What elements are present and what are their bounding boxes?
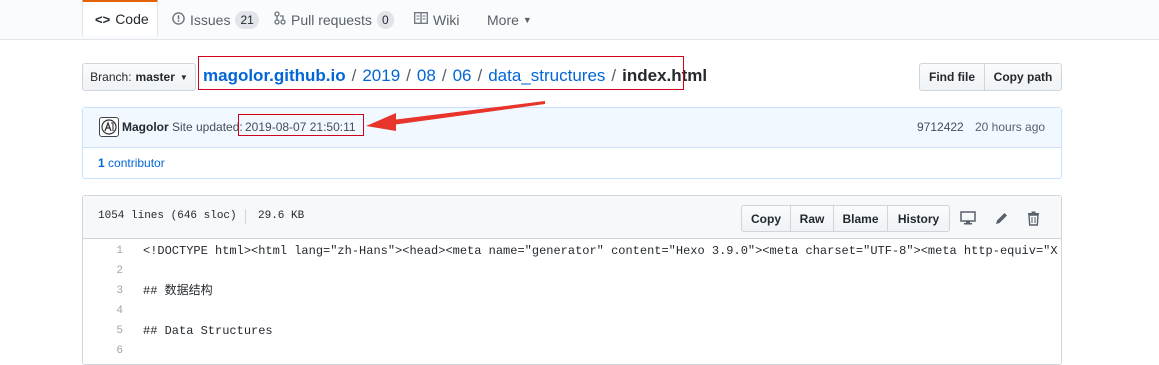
contributors-label: contributor: [108, 156, 165, 170]
file-info-divider: [245, 209, 246, 224]
contributors-link[interactable]: 1 contributor: [98, 156, 165, 170]
issue-icon: [172, 11, 185, 28]
find-file-button[interactable]: Find file: [919, 63, 985, 91]
tab-issues[interactable]: Issues 21: [172, 0, 259, 39]
pull-requests-counter: 0: [376, 10, 394, 29]
commit-sha[interactable]: 9712422: [917, 120, 964, 134]
code-line: 4: [83, 301, 1061, 321]
code-icon: <>: [95, 11, 111, 27]
tab-code-label: Code: [115, 11, 149, 27]
breadcrumb-separator: /: [406, 66, 411, 85]
branch-select-button[interactable]: Branch: master ▼: [82, 63, 196, 91]
code-line: 1 <!DOCTYPE html><html lang="zh-Hans"><he…: [83, 241, 1061, 261]
commit-age: 20 hours ago: [975, 120, 1046, 134]
trash-icon[interactable]: [1023, 208, 1043, 228]
tab-code[interactable]: <> Code: [82, 0, 158, 36]
annotation-arrow-icon: [366, 101, 545, 131]
avatar[interactable]: [99, 117, 119, 137]
pull-request-icon: [274, 11, 286, 28]
tab-wiki[interactable]: Wiki: [414, 0, 459, 39]
tab-wiki-label: Wiki: [433, 11, 460, 28]
tab-more-label: More: [487, 11, 519, 28]
issues-counter: 21: [235, 10, 259, 29]
commit-timestamp: 2019-08-07 21:50:11: [245, 120, 356, 134]
commit-tease: Magolor Site updated: 2019-08-07 21:50:1…: [82, 107, 1062, 179]
blame-button[interactable]: Blame: [833, 205, 888, 232]
tab-pull-requests[interactable]: Pull requests 0: [274, 0, 394, 39]
pencil-icon[interactable]: [991, 208, 1011, 228]
breadcrumb-link-year[interactable]: 2019: [362, 66, 400, 85]
commit-header: Magolor Site updated: 2019-08-07 21:50:1…: [83, 108, 1061, 148]
line-number[interactable]: 5: [83, 321, 123, 341]
code-line: 2: [83, 261, 1061, 281]
book-icon: [414, 12, 428, 27]
copy-path-button[interactable]: Copy path: [984, 63, 1062, 91]
caret-down-icon: ▼: [179, 72, 188, 82]
breadcrumb-current-file: index.html: [622, 66, 708, 85]
code-line: 5 ## Data Structures: [83, 321, 1061, 341]
tab-more[interactable]: More ▼: [487, 0, 532, 39]
line-number[interactable]: 3: [83, 281, 123, 301]
breadcrumb-link-month[interactable]: 08: [417, 66, 436, 85]
line-number[interactable]: 6: [83, 341, 123, 361]
contributors-count: 1: [98, 156, 105, 170]
breadcrumb-link-day[interactable]: 06: [453, 66, 472, 85]
copy-button[interactable]: Copy: [741, 205, 791, 232]
tab-pull-requests-label: Pull requests: [291, 11, 372, 28]
breadcrumb: magolor.github.io / 2019 / 08 / 06 / data_struct…: [203, 66, 707, 86]
line-content: ## 数据结构: [143, 284, 213, 298]
breadcrumb-repo-link[interactable]: magolor.github.io: [203, 66, 346, 85]
line-content: ## Data Structures: [143, 324, 273, 338]
breadcrumb-separator: /: [351, 66, 357, 85]
raw-button[interactable]: Raw: [790, 205, 834, 232]
branch-name: master: [135, 70, 175, 84]
line-content: <!DOCTYPE html><html lang="zh-Hans"><hea…: [143, 244, 1059, 258]
desktop-icon[interactable]: [958, 208, 978, 228]
code-line: 3 ## 数据结构: [83, 281, 1061, 301]
breadcrumb-separator: /: [477, 66, 483, 85]
file-size: 29.6 KB: [258, 210, 305, 222]
line-number[interactable]: 1: [83, 241, 123, 261]
line-number[interactable]: 2: [83, 261, 123, 281]
breadcrumb-separator: /: [441, 66, 447, 85]
breadcrumb-link-folder[interactable]: data_structures: [488, 66, 605, 85]
breadcrumb-separator: /: [611, 66, 617, 85]
repo-nav: <> Code Issues 21 Pull requests 0 Wiki M…: [0, 0, 1159, 40]
commit-message[interactable]: Site updated:: [172, 120, 243, 134]
caret-down-icon: ▼: [522, 14, 532, 25]
branch-prefix: Branch:: [90, 70, 132, 84]
avatar-logo-icon: [101, 119, 117, 135]
tab-issues-label: Issues: [190, 11, 231, 28]
code-line: 6: [83, 341, 1061, 361]
history-button[interactable]: History: [887, 205, 950, 232]
line-number[interactable]: 4: [83, 301, 123, 321]
file-line-count: 1054 lines (646 sloc): [98, 210, 237, 222]
commit-author[interactable]: Magolor: [122, 120, 169, 134]
